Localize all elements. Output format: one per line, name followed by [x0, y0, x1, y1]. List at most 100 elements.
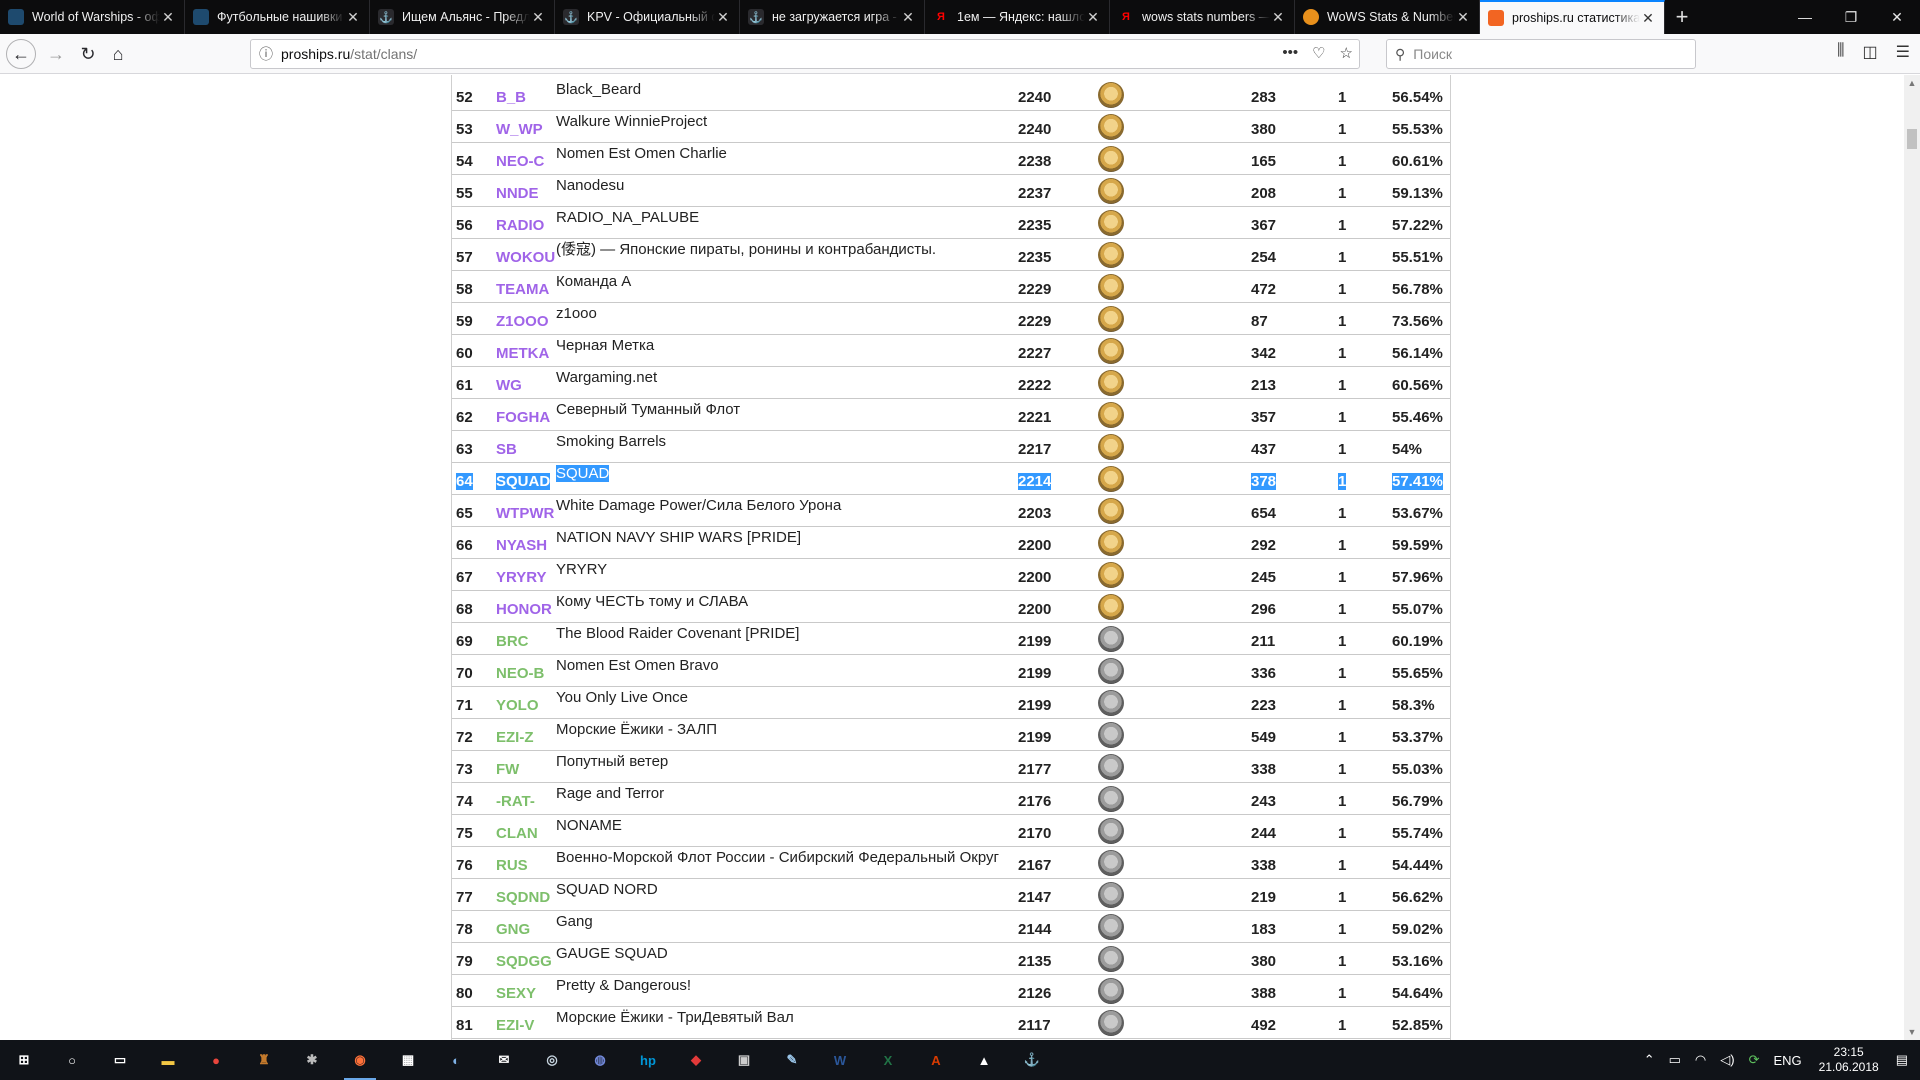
game-icon[interactable]: ♜ [240, 1040, 288, 1080]
clan-tag-link[interactable]: SEXY [496, 985, 536, 1002]
scrollbar-thumb[interactable] [1907, 129, 1917, 149]
clan-tag-link[interactable]: NYASH [496, 537, 547, 554]
photos-icon[interactable]: ▣ [720, 1040, 768, 1080]
clan-tag-link[interactable]: GNG [496, 921, 530, 938]
browser-tab[interactable]: WoWS Stats & Numbers ✕ [1295, 0, 1480, 34]
language-indicator[interactable]: ENG [1773, 1053, 1801, 1068]
close-tab-icon[interactable]: ✕ [530, 9, 546, 26]
browser-tab[interactable]: ⚓ Ищем Альянс - Предл ✕ [370, 0, 555, 34]
close-tab-icon[interactable]: ✕ [1270, 9, 1286, 26]
close-window-button[interactable]: ✕ [1874, 0, 1920, 34]
close-tab-icon[interactable]: ✕ [345, 9, 361, 26]
forward-button[interactable]: → [42, 40, 70, 68]
overlay-app-icon[interactable]: ◆ [672, 1040, 720, 1080]
file-explorer-icon[interactable]: ▬ [144, 1040, 192, 1080]
new-tab-button[interactable]: + [1665, 0, 1699, 34]
start-icon[interactable]: ⊞ [0, 1040, 48, 1080]
clan-tag-link[interactable]: SQDND [496, 889, 550, 906]
clan-tag-link[interactable]: RADIO [496, 217, 544, 234]
restore-button[interactable]: ❐ [1828, 0, 1874, 34]
clan-tag-link[interactable]: EZI-V [496, 1017, 534, 1034]
clock[interactable]: 23:15 21.06.2018 [1819, 1045, 1879, 1075]
discord-icon[interactable]: ◍ [576, 1040, 624, 1080]
vertical-scrollbar[interactable]: ▲ ▼ [1904, 75, 1920, 1040]
clan-tag-link[interactable]: YOLO [496, 697, 539, 714]
clan-tag-link[interactable]: SB [496, 441, 517, 458]
library-icon[interactable]: ⫼ [1837, 42, 1844, 62]
menu-icon[interactable]: ☰ [1896, 42, 1910, 62]
league-badge-icon [1098, 882, 1124, 908]
volume-icon[interactable]: ◁) [1720, 1052, 1734, 1068]
clan-tag-link[interactable]: METKA [496, 345, 549, 362]
steam-icon[interactable]: ◎ [528, 1040, 576, 1080]
scroll-up-icon[interactable]: ▲ [1904, 75, 1920, 91]
close-tab-icon[interactable]: ✕ [715, 9, 731, 26]
clan-tag-link[interactable]: Z1OOO [496, 313, 549, 330]
clan-tag-link[interactable]: B_B [496, 89, 526, 106]
browser-tab[interactable]: Яwows stats numbers — ✕ [1110, 0, 1295, 34]
clan-tag-link[interactable]: CLAN [496, 825, 538, 842]
page-actions-icon[interactable]: ••• [1282, 44, 1298, 62]
clan-tag-link[interactable]: NEO-B [496, 665, 544, 682]
clan-tag-link[interactable]: RUS [496, 857, 528, 874]
clan-tag-link[interactable]: NNDE [496, 185, 539, 202]
word-icon[interactable]: W [816, 1040, 864, 1080]
clan-tag-link[interactable]: FW [496, 761, 519, 778]
close-tab-icon[interactable]: ✕ [160, 9, 176, 26]
image-viewer-icon[interactable]: ▲ [960, 1040, 1008, 1080]
spider-app-icon[interactable]: ✱ [288, 1040, 336, 1080]
media-app-icon[interactable]: ◐ [432, 1040, 480, 1080]
hp-icon[interactable]: hp [624, 1040, 672, 1080]
clan-tag-link[interactable]: WTPWR [496, 505, 554, 522]
sidebar-icon[interactable]: ◫ [1863, 42, 1878, 62]
browser-tab[interactable]: proships.ru статистика, ✕ [1480, 0, 1665, 34]
pdf-icon[interactable]: A [912, 1040, 960, 1080]
clan-tag-link[interactable]: WOKOU [496, 249, 555, 266]
mail-icon[interactable]: ✉ [480, 1040, 528, 1080]
excel-icon[interactable]: X [864, 1040, 912, 1080]
clan-tag-link[interactable]: TEAMA [496, 281, 549, 298]
scroll-down-icon[interactable]: ▼ [1904, 1024, 1920, 1040]
back-button[interactable]: ← [6, 39, 36, 69]
search-box[interactable]: ⚲ Поиск [1386, 39, 1696, 69]
browser-tab[interactable]: Я 1ем — Яндекс: нашлос ✕ [925, 0, 1110, 34]
clan-tag-link[interactable]: EZI-Z [496, 729, 534, 746]
task-view-icon[interactable]: ▭ [96, 1040, 144, 1080]
site-info-icon[interactable]: ⓘ [251, 44, 281, 64]
url-bar[interactable]: ⓘ proships.ru/stat/clans/ ••• ♡ ☆ [250, 39, 1360, 69]
bookmark-star-icon[interactable]: ☆ [1340, 44, 1353, 62]
clan-tag-link[interactable]: W_WP [496, 121, 543, 138]
wifi-icon[interactable]: ◠ [1695, 1052, 1706, 1068]
clan-tag-link[interactable]: SQUAD [496, 473, 551, 490]
close-tab-icon[interactable]: ✕ [1455, 9, 1471, 26]
browser-tab[interactable]: ⚓ не загружается игра - Т ✕ [740, 0, 925, 34]
clan-tag-link[interactable]: SQDGG [496, 953, 552, 970]
warships-launcher-icon[interactable]: ⚓ [1008, 1040, 1056, 1080]
home-button[interactable]: ⌂ [104, 40, 132, 68]
battery-icon[interactable]: ▭ [1669, 1052, 1681, 1068]
clan-tag-link[interactable]: HONOR [496, 601, 552, 618]
clan-tag-link[interactable]: YRYRY [496, 569, 547, 586]
search-icon[interactable]: ○ [48, 1040, 96, 1080]
browser-tab[interactable]: World of Warships - офи ✕ [0, 0, 185, 34]
minimize-button[interactable]: — [1782, 0, 1828, 34]
clan-tag-link[interactable]: -RAT- [496, 793, 535, 810]
clan-tag-link[interactable]: BRC [496, 633, 529, 650]
close-tab-icon[interactable]: ✕ [900, 9, 916, 26]
browser-tab[interactable]: Футбольные нашивки в ✕ [185, 0, 370, 34]
clan-tag-link[interactable]: NEO-C [496, 153, 544, 170]
chevron-up-icon[interactable]: ⌃ [1644, 1052, 1655, 1068]
clan-tag-link[interactable]: FOGHA [496, 409, 550, 426]
clan-tag-link[interactable]: WG [496, 377, 522, 394]
sync-icon[interactable]: ⟳ [1749, 1052, 1760, 1068]
close-tab-icon[interactable]: ✕ [1640, 10, 1656, 27]
notifications-icon[interactable]: ▤ [1896, 1052, 1908, 1068]
pocket-icon[interactable]: ♡ [1312, 44, 1325, 62]
close-tab-icon[interactable]: ✕ [1085, 9, 1101, 26]
browser-tab[interactable]: ⚓ KPV - Официальный ф ✕ [555, 0, 740, 34]
calculator-icon[interactable]: ▦ [384, 1040, 432, 1080]
firefox-icon[interactable]: ◉ [336, 1040, 384, 1080]
reload-button[interactable]: ↻ [74, 40, 102, 68]
paint-icon[interactable]: ✎ [768, 1040, 816, 1080]
chrome-icon[interactable]: ● [192, 1040, 240, 1080]
